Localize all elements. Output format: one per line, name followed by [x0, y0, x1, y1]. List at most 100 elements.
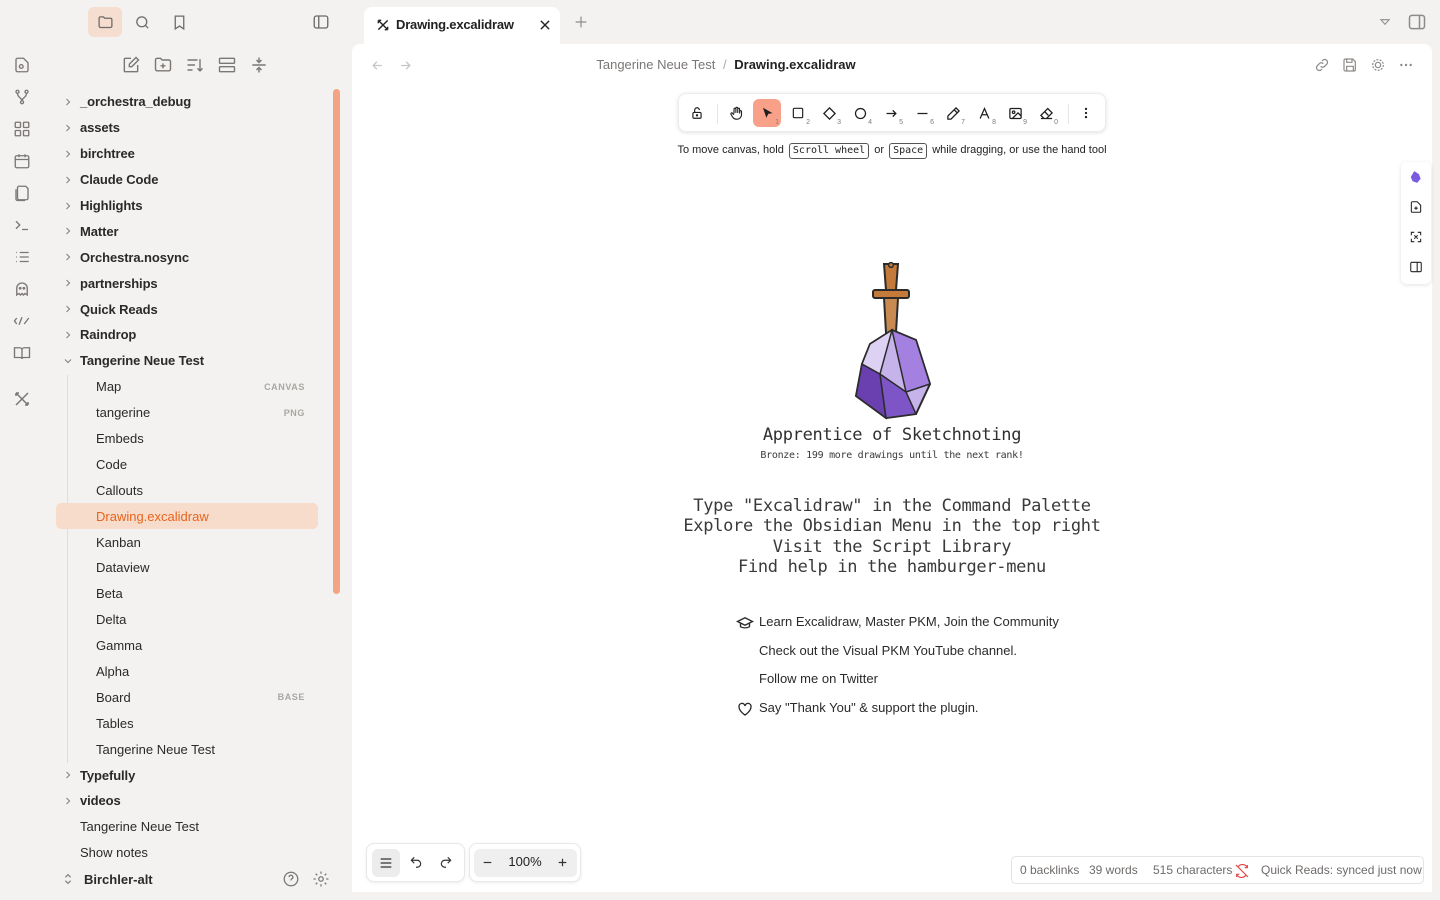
lock-tool-button[interactable] [683, 99, 711, 127]
breadcrumb-parent[interactable]: Tangerine Neue Test [596, 57, 715, 72]
folder-item[interactable]: videos [56, 788, 318, 814]
search-tab[interactable] [125, 7, 159, 37]
ellipse-tool-button[interactable]: 4 [846, 99, 874, 127]
folder-item[interactable]: Typefully [56, 762, 318, 788]
hint-key-space: Space [889, 143, 928, 159]
more-options-icon[interactable] [1398, 57, 1414, 73]
sidebar-right-icon[interactable] [1407, 12, 1427, 32]
chevron-right-icon[interactable] [62, 225, 74, 237]
eraser-tool-button[interactable]: 0 [1032, 99, 1060, 127]
save-icon[interactable] [1342, 57, 1358, 73]
folder-item[interactable]: _orchestra_debug [56, 89, 318, 115]
chevron-right-icon[interactable] [62, 174, 74, 186]
close-tab-icon[interactable] [538, 18, 552, 32]
arrow-tool-button[interactable]: 5 [877, 99, 905, 127]
file-item[interactable]: Beta [56, 581, 318, 607]
fullscreen-icon[interactable] [1409, 230, 1423, 244]
sync-status[interactable]: Quick Reads: synced just now [1261, 863, 1422, 877]
vault-name[interactable]: Birchler-alt [84, 872, 153, 887]
tab-drawing[interactable]: Drawing.excalidraw [364, 7, 560, 45]
obsidian-logo-icon[interactable] [1409, 170, 1423, 184]
folder-item[interactable]: Highlights [56, 193, 318, 219]
vault-switch-chevron-icon[interactable] [62, 872, 74, 886]
list-icon[interactable] [13, 248, 31, 266]
image-tool-button[interactable]: 9 [1001, 99, 1029, 127]
hand-tool-button[interactable] [722, 99, 750, 127]
link-icon[interactable] [1314, 57, 1330, 73]
ghost-icon[interactable] [13, 280, 31, 298]
tool-shortcut-8: 8 [992, 119, 996, 126]
sync-error-icon[interactable] [1234, 863, 1250, 879]
breadcrumb-current[interactable]: Drawing.excalidraw [734, 57, 855, 72]
zoom-level[interactable]: 100% [504, 854, 546, 869]
tool-shortcut-7: 7 [961, 119, 965, 126]
file-item[interactable]: Map CANVAS [56, 374, 318, 400]
twitter-link[interactable]: Follow me on Twitter [759, 671, 878, 686]
file-item[interactable]: Show notes [56, 840, 318, 866]
sidebar-panel-icon[interactable] [1409, 260, 1423, 274]
chevron-down-icon[interactable] [62, 355, 74, 367]
obsidian-tools-icon[interactable] [1370, 57, 1386, 73]
diamond-tool-button[interactable]: 3 [815, 99, 843, 127]
more-tools-button[interactable] [1072, 99, 1100, 127]
rectangle-tool-button[interactable]: 2 [784, 99, 812, 127]
tab-list-chevron-icon[interactable] [1377, 15, 1393, 29]
draw-tool-button[interactable]: 7 [939, 99, 967, 127]
templates-icon[interactable] [13, 184, 31, 202]
settings-gear-icon[interactable] [312, 870, 330, 888]
selection-tool-button[interactable]: 1 [753, 99, 781, 127]
folder-item[interactable]: Raindrop [56, 322, 318, 348]
image-icon [1008, 107, 1022, 119]
line-tool-button[interactable]: 6 [908, 99, 936, 127]
tool-shortcut-1: 1 [775, 119, 779, 126]
file-item[interactable]: Delta [56, 607, 318, 633]
file-item[interactable]: Board BASE [56, 684, 318, 710]
file-item[interactable]: Alpha [56, 659, 318, 685]
backlinks-count[interactable]: 0 backlinks [1020, 863, 1079, 877]
folder-item[interactable]: partnerships [56, 270, 318, 296]
chevron-right-icon[interactable] [62, 795, 74, 807]
undo-icon[interactable] [409, 855, 423, 869]
canvas-icon[interactable] [13, 120, 31, 138]
folder-item[interactable]: Claude Code [56, 167, 318, 193]
editor-pane[interactable] [352, 44, 1432, 892]
learn-link[interactable]: Learn Excalidraw, Master PKM, Join the C… [759, 614, 1059, 629]
folder-item[interactable]: Quick Reads [56, 296, 318, 322]
support-link[interactable]: Say "Thank You" & support the plugin. [759, 700, 979, 715]
templater-icon[interactable] [13, 312, 31, 330]
chevron-right-icon[interactable] [62, 96, 74, 108]
file-item[interactable]: Tables [56, 710, 318, 736]
zoom-in-icon[interactable] [556, 856, 569, 869]
chevron-right-icon[interactable] [62, 122, 74, 134]
excalidraw-ribbon-icon[interactable] [13, 390, 31, 408]
command-palette-icon[interactable] [13, 216, 31, 234]
toggle-sidebar-button[interactable] [304, 7, 338, 37]
bookmarks-tab[interactable] [162, 7, 196, 37]
chevron-right-icon[interactable] [62, 329, 74, 341]
folder-item[interactable]: assets [56, 115, 318, 141]
text-tool-button[interactable]: 8 [970, 99, 998, 127]
file-item[interactable]: tangerine PNG [56, 400, 318, 426]
zoom-out-icon[interactable] [481, 856, 494, 869]
book-icon[interactable] [13, 344, 31, 362]
chevron-right-icon[interactable] [62, 200, 74, 212]
chevron-right-icon[interactable] [62, 277, 74, 289]
file-item[interactable]: Tangerine Neue Test [56, 736, 318, 762]
file-item[interactable]: Tangerine Neue Test [56, 814, 318, 840]
new-tab-icon[interactable] [573, 14, 589, 30]
chevron-right-icon[interactable] [62, 303, 74, 315]
youtube-link[interactable]: Check out the Visual PKM YouTube channel… [759, 643, 1017, 658]
file-item[interactable]: Gamma [56, 633, 318, 659]
main-menu-button[interactable] [372, 849, 400, 877]
help-icon[interactable] [282, 870, 300, 888]
chevron-right-icon[interactable] [62, 769, 74, 781]
chevron-right-icon[interactable] [62, 251, 74, 263]
folder-item[interactable]: Matter [56, 218, 318, 244]
hand-icon [729, 106, 742, 120]
files-tab[interactable] [88, 7, 122, 37]
folder-item[interactable]: Tangerine Neue Test [56, 348, 318, 374]
folder-item[interactable]: Orchestra.nosync [56, 244, 318, 270]
redo-icon[interactable] [439, 855, 453, 869]
export-file-icon[interactable] [1409, 200, 1423, 214]
graph-view-icon[interactable] [13, 88, 31, 106]
